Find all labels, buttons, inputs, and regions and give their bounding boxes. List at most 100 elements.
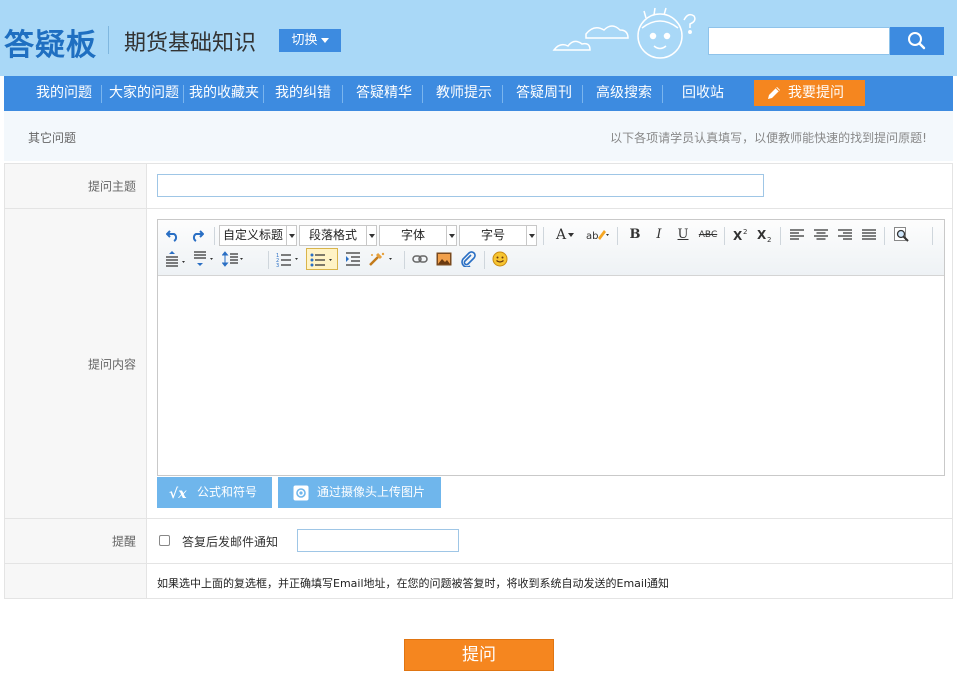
align-justify-icon[interactable] xyxy=(862,229,876,241)
email-notice-text: 如果选中上面的复选框，并正确填写Email地址，在您的问题被答复时，将收到系统自… xyxy=(157,577,670,590)
toolbar-divider xyxy=(617,227,618,245)
highlight-color-icon[interactable]: ab xyxy=(586,228,610,242)
search-button[interactable] xyxy=(890,27,944,55)
svg-text:X: X xyxy=(757,228,767,242)
question-form: 提问主题 提问内容 自定义标题 段落格式 字体 字号 A ab B I U AB… xyxy=(4,163,953,599)
toolbar-divider xyxy=(268,251,269,269)
unordered-list-icon xyxy=(310,253,332,267)
nav-divider xyxy=(502,85,503,103)
nav-item-my-corrections[interactable]: 我的纠错 xyxy=(272,76,334,111)
nav-item-essence[interactable]: 答疑精华 xyxy=(352,76,416,111)
toolbar-divider xyxy=(932,227,933,245)
toolbar-divider xyxy=(404,251,405,269)
camera-button-label: 通过摄像头上传图片 xyxy=(317,485,426,499)
nav-item-favorites[interactable]: 我的收藏夹 xyxy=(187,76,261,111)
formula-icon: √x xyxy=(169,486,187,502)
course-subject-title: 期货基础知识 xyxy=(124,31,257,56)
nav-item-teacher-tips[interactable]: 教师提示 xyxy=(432,76,496,111)
toolbar-divider xyxy=(780,227,781,245)
svg-text:2: 2 xyxy=(743,228,747,236)
email-notify-checkbox[interactable] xyxy=(159,535,170,546)
nav-divider xyxy=(101,85,102,103)
nav-divider xyxy=(342,85,343,103)
question-category[interactable]: 其它问题 xyxy=(28,129,76,146)
nav-divider xyxy=(263,85,264,103)
find-replace-icon[interactable] xyxy=(894,227,910,243)
paragraph-format-select[interactable]: 段落格式 xyxy=(299,225,377,246)
camera-upload-button[interactable]: 通过摄像头上传图片 xyxy=(278,477,441,508)
subject-input[interactable] xyxy=(157,174,764,197)
svg-text:√x: √x xyxy=(169,486,187,502)
content-row: 提问内容 自定义标题 段落格式 字体 字号 A ab B I U ABC X 2… xyxy=(5,209,952,519)
instruction-text: 以下各项请学员认真填写，以便教师能快速的找到提问原题! xyxy=(610,131,927,145)
email-field[interactable] xyxy=(297,529,459,552)
note-label-cell xyxy=(5,564,147,598)
svg-text:X: X xyxy=(733,229,743,243)
align-center-icon[interactable] xyxy=(814,229,828,241)
paragraph-spacing-after-icon[interactable] xyxy=(194,251,216,267)
nav-item-recycle-bin[interactable]: 回收站 xyxy=(674,76,732,111)
undo-icon[interactable] xyxy=(166,228,180,242)
search-icon xyxy=(908,32,926,50)
unordered-list-button[interactable] xyxy=(306,248,338,270)
indent-icon[interactable] xyxy=(346,252,360,266)
redo-icon[interactable] xyxy=(190,228,204,242)
rich-text-editor: 自定义标题 段落格式 字体 字号 A ab B I U ABC X2 X2 1 … xyxy=(157,219,945,476)
nav-item-my-questions[interactable]: 我的问题 xyxy=(34,76,94,111)
subject-row: 提问主题 xyxy=(5,164,952,209)
italic-button[interactable]: I xyxy=(650,225,668,245)
nav-divider xyxy=(183,85,184,103)
note-row: 如果选中上面的复选框，并正确填写Email地址，在您的问题被答复时，将收到系统自… xyxy=(5,564,952,599)
superscript-icon[interactable]: X2 xyxy=(732,227,750,243)
font-size-select[interactable]: 字号 xyxy=(459,225,537,246)
svg-text:3: 3 xyxy=(276,263,279,267)
format-painter-icon[interactable] xyxy=(368,251,396,267)
switch-label: 切换 xyxy=(291,33,318,48)
search-input[interactable] xyxy=(708,27,890,55)
reminder-label: 提醒 xyxy=(5,519,147,563)
switch-subject-button[interactable]: 切换 xyxy=(279,29,341,52)
editor-toolbar: 自定义标题 段落格式 字体 字号 A ab B I U ABC X2 X2 1 … xyxy=(158,220,944,276)
underline-button[interactable]: U xyxy=(674,225,692,245)
svg-text:2: 2 xyxy=(767,236,771,243)
logo-divider xyxy=(108,26,109,54)
strikethrough-button[interactable]: ABC xyxy=(696,225,720,245)
ask-question-button[interactable]: 我要提问 xyxy=(754,80,865,106)
formula-symbol-button[interactable]: √x 公式和符号 xyxy=(157,477,272,508)
page-header: 答疑板 期货基础知识 切换 xyxy=(0,0,957,76)
attachment-icon[interactable] xyxy=(460,251,476,267)
content-label: 提问内容 xyxy=(5,209,147,518)
formula-button-label: 公式和符号 xyxy=(197,485,258,499)
mascot-illustration-icon xyxy=(552,7,696,59)
nav-item-weekly[interactable]: 答疑周刊 xyxy=(512,76,576,111)
font-family-select[interactable]: 字体 xyxy=(379,225,457,246)
link-icon[interactable] xyxy=(412,253,428,265)
paragraph-spacing-before-icon[interactable] xyxy=(166,251,188,267)
subscript-icon[interactable]: X2 xyxy=(756,227,774,243)
ordered-list-icon[interactable]: 123 xyxy=(276,251,302,267)
toolbar-divider xyxy=(484,251,485,269)
toolbar-divider xyxy=(884,227,885,245)
site-logo[interactable]: 答疑板 xyxy=(4,20,97,64)
email-notify-label[interactable]: 答复后发邮件通知 xyxy=(182,533,278,550)
heading-select[interactable]: 自定义标题 xyxy=(219,225,297,246)
submit-question-button[interactable]: 提问 xyxy=(404,639,554,671)
editor-content-area[interactable] xyxy=(158,276,944,475)
nav-item-advanced-search[interactable]: 高级搜索 xyxy=(592,76,656,111)
nav-divider xyxy=(662,85,663,103)
nav-item-all-questions[interactable]: 大家的问题 xyxy=(107,76,181,111)
svg-text:ab: ab xyxy=(586,231,598,242)
toolbar-divider xyxy=(214,227,215,245)
caret-down-icon xyxy=(320,38,329,43)
reminder-row: 提醒 答复后发邮件通知 xyxy=(5,519,952,564)
toolbar-divider xyxy=(543,227,544,245)
emoticon-icon[interactable] xyxy=(492,251,508,267)
align-right-icon[interactable] xyxy=(838,229,852,241)
font-color-button[interactable]: A xyxy=(551,225,579,245)
line-height-icon[interactable] xyxy=(222,251,246,267)
pencil-icon xyxy=(768,87,780,99)
bold-button[interactable]: B xyxy=(626,225,644,245)
image-icon[interactable] xyxy=(436,252,452,266)
nav-divider xyxy=(582,85,583,103)
align-left-icon[interactable] xyxy=(790,229,804,241)
